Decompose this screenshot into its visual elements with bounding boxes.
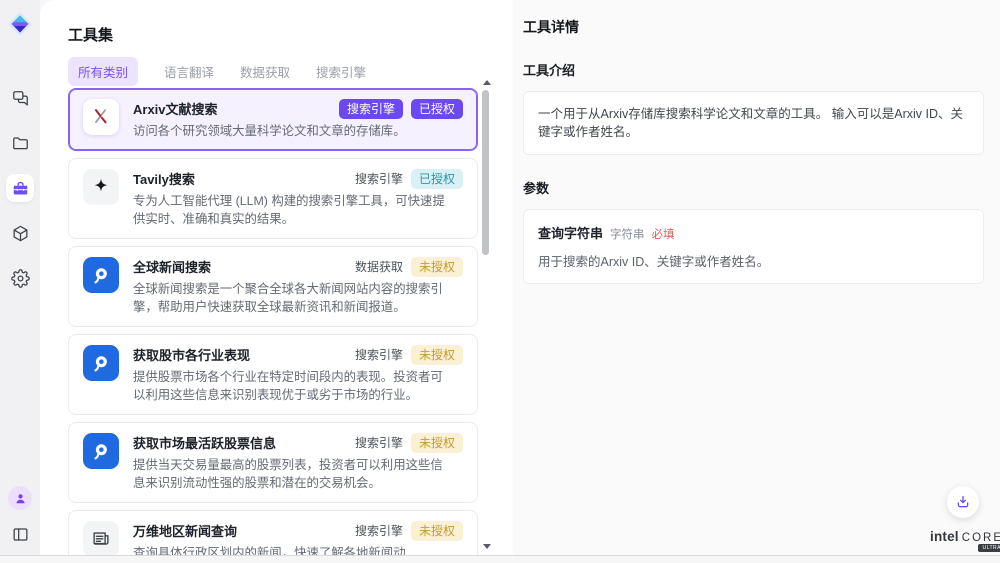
status-badge: 未授权 <box>411 433 463 453</box>
quark-icon <box>83 345 119 381</box>
status-badge: 未授权 <box>411 521 463 541</box>
tool-description: 提供股票市场各个行业在特定时间段内的表现。投资者可以利用这些信息来识别表现优于或… <box>133 368 451 404</box>
category-badge: 搜索引擎 <box>339 99 403 119</box>
tool-card[interactable]: 全球新闻搜索 数据获取未授权全球新闻搜索是一个聚合全球各大新闻网站内容的搜索引擎，… <box>68 246 478 327</box>
page-title: 工具集 <box>68 24 113 45</box>
tool-card[interactable]: 获取股市各行业表现 搜索引擎未授权提供股票市场各个行业在特定时间段内的表现。投资者… <box>68 334 478 415</box>
tool-name: 获取股市各行业表现 <box>133 347 250 364</box>
category-badge: 搜索引擎 <box>355 345 403 365</box>
folder-icon[interactable] <box>6 129 34 157</box>
tool-name: 获取市场最活跃股票信息 <box>133 435 276 452</box>
quark-icon <box>83 433 119 469</box>
tab-2[interactable]: 数据获取 <box>240 57 290 86</box>
category-badge: 搜索引擎 <box>355 169 403 189</box>
parameter-card: 查询字符串 字符串 必填 用于搜索的Arxiv ID、关键字或作者姓名。 <box>523 209 984 284</box>
app-window: 工具集 所有类别语言翻译数据获取搜索引擎 Arxiv文献搜索搜索引擎已授权访问各… <box>0 0 1000 563</box>
window-bottom-edge <box>0 555 1000 563</box>
intel-brand-text: intel <box>930 529 959 544</box>
parameter-name: 查询字符串 <box>538 223 603 242</box>
tool-name: 万维地区新闻查询 <box>133 523 237 540</box>
parameter-required-badge: 必填 <box>652 226 675 242</box>
tool-card[interactable]: 获取市场最活跃股票信息 搜索引擎未授权提供当天交易量最高的股票列表，投资者可以利用… <box>68 422 478 503</box>
gear-icon[interactable] <box>6 264 34 292</box>
tab-0[interactable]: 所有类别 <box>68 57 138 86</box>
category-badge: 数据获取 <box>355 257 403 277</box>
tools-panel: 工具集 所有类别语言翻译数据获取搜索引擎 Arxiv文献搜索搜索引擎已授权访问各… <box>40 0 513 555</box>
tool-card[interactable]: Tavily搜索 搜索引擎已授权专为人工智能代理 (LLM) 构建的搜索引擎工具，… <box>68 158 478 239</box>
download-icon <box>955 494 971 510</box>
tool-description: 访问各个研究领域大量科学论文和文章的存储库。 <box>133 122 451 140</box>
tool-details-panel: 工具详情 工具介绍 一个用于从Arxiv存储库搜索科学论文和文章的工具。 输入可… <box>513 0 1000 555</box>
newspaper-icon <box>83 521 119 555</box>
details-title: 工具详情 <box>523 17 984 37</box>
chat-icon[interactable] <box>6 84 34 112</box>
sidebar <box>0 0 40 555</box>
quark-icon <box>83 257 119 293</box>
cube-icon[interactable] <box>6 219 34 247</box>
category-badge: 搜索引擎 <box>355 521 403 541</box>
tool-card[interactable]: Arxiv文献搜索 搜索引擎已授权访问各个研究领域大量科学论文和文章的存储库。 <box>68 88 478 151</box>
intro-card: 一个用于从Arxiv存储库搜索科学论文和文章的工具。 输入可以是Arxiv ID… <box>523 91 984 155</box>
tool-list: Arxiv文献搜索搜索引擎已授权访问各个研究领域大量科学论文和文章的存储库。Ta… <box>68 88 478 555</box>
tool-description: 全球新闻搜索是一个聚合全球各大新闻网站内容的搜索引擎，帮助用户快速获取全球最新资… <box>133 280 451 316</box>
scrollbar-thumb[interactable] <box>482 90 489 255</box>
intel-core-logo: intel core Ultra <box>930 529 1000 544</box>
panel-toggle-icon[interactable] <box>6 520 34 548</box>
app-logo-icon[interactable] <box>7 11 33 37</box>
tool-name: Tavily搜索 <box>133 171 195 188</box>
scroll-up-icon[interactable] <box>483 80 491 85</box>
status-badge: 未授权 <box>411 345 463 365</box>
tool-name: 全球新闻搜索 <box>133 259 211 276</box>
tab-1[interactable]: 语言翻译 <box>164 57 214 86</box>
user-avatar-icon[interactable] <box>8 486 32 510</box>
tool-name: Arxiv文献搜索 <box>133 101 218 118</box>
params-heading: 参数 <box>523 178 984 197</box>
toolbox-icon[interactable] <box>6 174 34 202</box>
category-tabs: 所有类别语言翻译数据获取搜索引擎 <box>68 57 366 86</box>
scrollbar[interactable] <box>481 80 491 549</box>
tool-description: 提供当天交易量最高的股票列表，投资者可以利用这些信息来识别流动性强的股票和潜在的… <box>133 456 451 492</box>
tab-3[interactable]: 搜索引擎 <box>316 57 366 86</box>
sparkle-icon <box>83 169 119 205</box>
intel-core-text: core Ultra <box>962 532 1000 544</box>
intro-text: 一个用于从Arxiv存储库搜索科学论文和文章的工具。 输入可以是Arxiv ID… <box>538 105 969 141</box>
tool-description: 专为人工智能代理 (LLM) 构建的搜索引擎工具，可快速提供实时、准确和真实的结… <box>133 192 451 228</box>
status-badge: 已授权 <box>411 99 463 119</box>
scroll-down-icon[interactable] <box>483 544 491 549</box>
arxiv-icon <box>83 99 119 135</box>
status-badge: 已授权 <box>411 169 463 189</box>
tool-card[interactable]: 万维地区新闻查询 搜索引擎未授权查询具体行政区划内的新闻，快速了解各地新闻动 <box>68 510 478 555</box>
parameter-description: 用于搜索的Arxiv ID、关键字或作者姓名。 <box>538 251 969 270</box>
parameter-type: 字符串 <box>610 226 645 242</box>
tool-description: 查询具体行政区划内的新闻，快速了解各地新闻动 <box>133 544 451 555</box>
status-badge: 未授权 <box>411 257 463 277</box>
category-badge: 搜索引擎 <box>355 433 403 453</box>
intro-heading: 工具介绍 <box>523 60 984 79</box>
intel-ultra-badge: Ultra <box>978 544 1000 552</box>
download-button[interactable] <box>947 486 979 518</box>
